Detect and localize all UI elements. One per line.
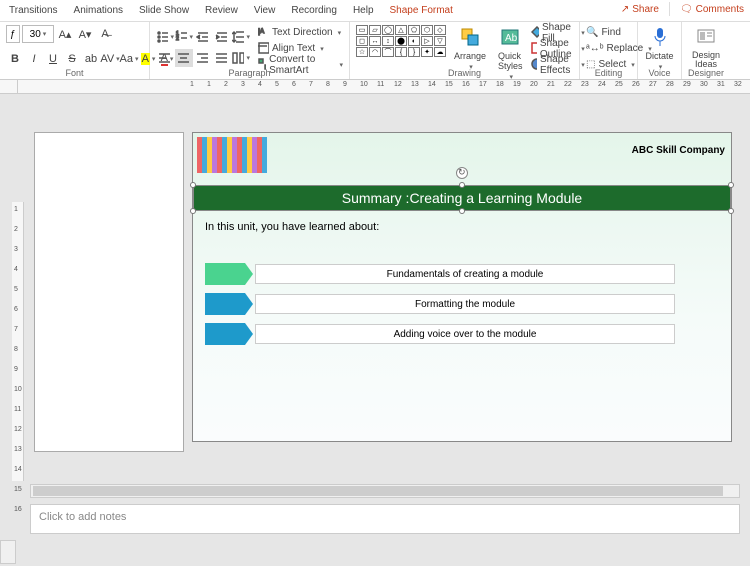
horizontal-scrollbar[interactable] xyxy=(30,484,740,498)
text-direction-button[interactable]: lᴬText Direction xyxy=(258,25,343,40)
svg-text:2: 2 xyxy=(176,36,179,42)
replace-button[interactable]: ᵃ↔ᵇReplace xyxy=(586,41,631,56)
tab-animations[interactable]: Animations xyxy=(73,2,124,19)
decrease-font-icon[interactable]: A▾ xyxy=(76,25,94,43)
ruler-corner xyxy=(0,80,18,93)
align-left-button[interactable] xyxy=(156,49,174,67)
chevron-icon xyxy=(205,293,245,315)
svg-text:Ab: Ab xyxy=(505,33,518,44)
increase-font-icon[interactable]: A▴ xyxy=(56,25,74,43)
bullets-button[interactable] xyxy=(156,28,174,46)
group-label-paragraph: Paragraph xyxy=(150,68,349,78)
increase-indent-button[interactable] xyxy=(213,28,231,46)
resize-handle[interactable] xyxy=(459,182,465,188)
group-voice: Dictate Voice xyxy=(638,22,682,79)
justify-button[interactable] xyxy=(213,49,231,67)
font-family-combo[interactable]: ƒ xyxy=(6,25,20,43)
line-spacing-button[interactable] xyxy=(232,28,250,46)
underline-button[interactable]: U xyxy=(44,50,62,68)
group-paragraph: 12 lᴬText Direction Align Text Convert t… xyxy=(150,22,350,79)
list-item[interactable]: Adding voice over to the module xyxy=(205,323,675,345)
group-drawing: ▭▱◯△⬠⬡◇ ◻↔↕⬤◐▷▽ ☆◠⌒{}✦☁ Arrange Ab Quick… xyxy=(350,22,580,79)
group-label-voice: Voice xyxy=(638,68,681,78)
group-font: ƒ 30 A▴ A▾ A̶ B I U S ab AV Aa A A Font xyxy=(0,22,150,79)
slide-title-shape[interactable]: Summary :Creating a Learning Module xyxy=(193,185,731,211)
change-case-button[interactable]: Aa xyxy=(120,50,138,68)
workspace: 12345678910111213141516 ABC Skill Compan… xyxy=(0,94,750,566)
tab-review[interactable]: Review xyxy=(204,2,239,19)
design-ideas-icon xyxy=(696,25,716,49)
numbering-button[interactable]: 12 xyxy=(175,28,193,46)
list-item[interactable]: Formatting the module xyxy=(205,293,675,315)
dictate-button[interactable]: Dictate xyxy=(644,25,675,71)
align-right-button[interactable] xyxy=(194,49,212,67)
resize-handle[interactable] xyxy=(459,208,465,214)
tab-view[interactable]: View xyxy=(253,2,277,19)
resize-handle[interactable] xyxy=(190,208,196,214)
group-label-designer: Designer xyxy=(682,68,730,78)
resize-handle[interactable] xyxy=(728,208,734,214)
item-label: Formatting the module xyxy=(255,294,675,314)
resize-handle[interactable] xyxy=(728,182,734,188)
group-label-font: Font xyxy=(0,68,149,78)
item-label: Adding voice over to the module xyxy=(255,324,675,344)
horizontal-ruler[interactable]: 1123456789101112131415161718192021222324… xyxy=(18,80,750,93)
tab-slideshow[interactable]: Slide Show xyxy=(138,2,190,19)
notes-pane[interactable]: Click to add notes xyxy=(30,504,740,534)
item-label: Fundamentals of creating a module xyxy=(255,264,675,284)
quick-styles-icon: Ab xyxy=(500,25,520,49)
share-label: Share xyxy=(632,4,659,15)
font-size-combo[interactable]: 30 xyxy=(22,25,54,43)
search-icon: 🔍 xyxy=(586,27,598,38)
tab-help[interactable]: Help xyxy=(352,2,375,19)
design-ideas-button[interactable]: Design Ideas xyxy=(688,25,724,69)
tab-transitions[interactable]: Transitions xyxy=(8,2,59,19)
company-label: ABC Skill Company xyxy=(632,145,725,156)
italic-button[interactable]: I xyxy=(25,50,43,68)
resize-handle[interactable] xyxy=(190,182,196,188)
ribbon-tabs: Transitions Animations Slide Show Review… xyxy=(0,0,750,22)
tab-shape-format[interactable]: Shape Format xyxy=(389,2,454,19)
ruler-row: 1123456789101112131415161718192021222324… xyxy=(0,80,750,94)
ribbon: ƒ 30 A▴ A▾ A̶ B I U S ab AV Aa A A Font xyxy=(0,22,750,80)
find-button[interactable]: 🔍Find xyxy=(586,25,631,40)
vertical-ruler[interactable]: 12345678910111213141516 xyxy=(12,202,24,481)
slide-title-text: Summary :Creating a Learning Module xyxy=(342,190,582,206)
char-spacing-button[interactable]: AV xyxy=(101,50,119,68)
intro-text: In this unit, you have learned about: xyxy=(205,221,379,233)
group-label-drawing: Drawing xyxy=(350,68,579,78)
comments-label: Comments xyxy=(696,4,744,15)
arrange-icon xyxy=(460,25,480,49)
arrange-button[interactable]: Arrange xyxy=(450,25,490,71)
notes-placeholder: Click to add notes xyxy=(39,511,126,523)
group-label-editing: Editing xyxy=(580,68,637,78)
chevron-icon xyxy=(205,323,245,345)
align-center-button[interactable] xyxy=(175,49,193,67)
strike-button[interactable]: S xyxy=(63,50,81,68)
chevron-icon xyxy=(205,263,245,285)
group-editing: 🔍Find ᵃ↔ᵇReplace ⬚Select Editing xyxy=(580,22,638,79)
share-button[interactable]: ↗ Share xyxy=(621,2,659,16)
slide-nav[interactable] xyxy=(0,540,16,564)
columns-button[interactable] xyxy=(232,49,250,67)
scrollbar-thumb[interactable] xyxy=(33,486,723,496)
decrease-indent-button[interactable] xyxy=(194,28,212,46)
comments-button[interactable]: 🗨 Comments xyxy=(680,2,744,16)
divider xyxy=(669,2,670,16)
bold-button[interactable]: B xyxy=(6,50,24,68)
mic-icon xyxy=(652,25,668,49)
group-designer: Design Ideas Designer xyxy=(682,22,730,79)
clear-format-icon[interactable]: A̶ xyxy=(96,25,114,43)
logo-image xyxy=(197,137,267,173)
slide-thumbnail-panel[interactable] xyxy=(34,132,184,452)
tab-recording[interactable]: Recording xyxy=(290,2,338,19)
list-item[interactable]: Fundamentals of creating a module xyxy=(205,263,675,285)
shapes-gallery[interactable]: ▭▱◯△⬠⬡◇ ◻↔↕⬤◐▷▽ ☆◠⌒{}✦☁ xyxy=(356,25,446,57)
svg-text:lᴬ: lᴬ xyxy=(258,27,265,37)
replace-icon: ᵃ↔ᵇ xyxy=(586,43,604,54)
slide-canvas[interactable]: ABC Skill Company Summary :Creating a Le… xyxy=(192,132,732,442)
rotate-handle[interactable] xyxy=(456,167,468,179)
shadow-button[interactable]: ab xyxy=(82,50,100,68)
